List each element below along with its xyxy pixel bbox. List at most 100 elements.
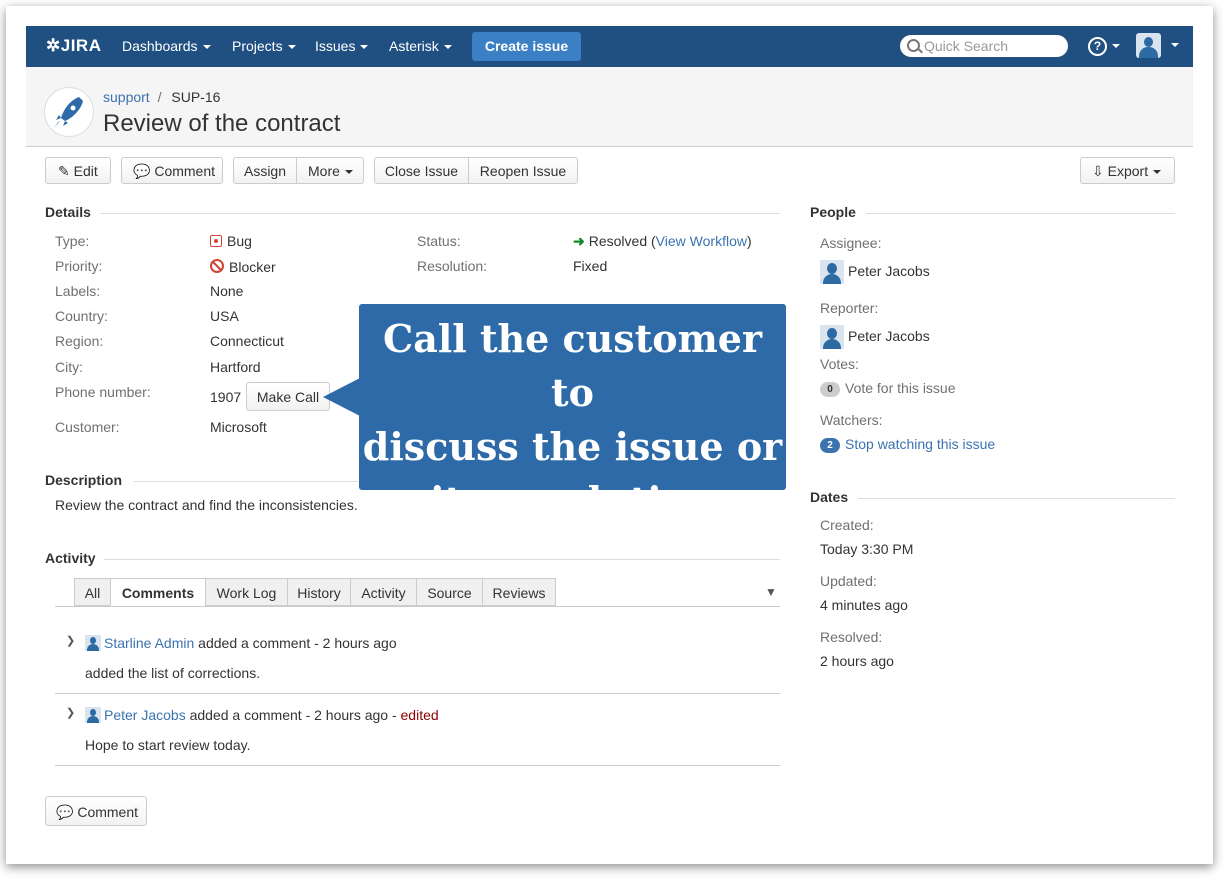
help-menu[interactable]: ? bbox=[1088, 35, 1120, 56]
votes-label: Votes: bbox=[820, 356, 859, 372]
resolution-label: Resolution: bbox=[417, 258, 488, 274]
assignee-label: Assignee: bbox=[820, 235, 882, 251]
country-label: Country: bbox=[55, 308, 108, 324]
comment-button[interactable]: 💬 Comment bbox=[121, 157, 223, 184]
type-label: Type: bbox=[55, 233, 90, 249]
bug-icon bbox=[210, 235, 222, 247]
stop-watching-link[interactable]: Stop watching this issue bbox=[845, 436, 995, 452]
chevron-down-icon bbox=[360, 45, 369, 50]
create-issue-button[interactable]: Create issue bbox=[472, 32, 581, 61]
assignee-name[interactable]: Peter Jacobs bbox=[848, 263, 930, 279]
speech-bubble-icon: 💬 bbox=[56, 804, 74, 820]
blocker-icon bbox=[210, 259, 224, 273]
edit-button[interactable]: ✎ Edit bbox=[45, 157, 111, 184]
tab-source[interactable]: Source bbox=[416, 578, 483, 606]
description-divider bbox=[134, 481, 358, 482]
nav-dashboards[interactable]: Dashboards bbox=[122, 38, 211, 54]
pencil-icon: ✎ bbox=[58, 163, 70, 179]
avatar-head bbox=[1144, 37, 1153, 47]
comment-author-link[interactable]: Starline Admin bbox=[104, 635, 194, 651]
comment-divider bbox=[55, 765, 780, 766]
comment-meta: added a comment - 2 hours ago - bbox=[189, 707, 397, 723]
priority-label: Priority: bbox=[55, 258, 103, 274]
collapse-toggle-icon[interactable]: ❯ bbox=[66, 706, 75, 719]
priority-value: Blocker bbox=[210, 258, 276, 275]
tab-reviews[interactable]: Reviews bbox=[482, 578, 556, 606]
nav-asterisk[interactable]: Asterisk bbox=[389, 38, 452, 54]
city-value: Hartford bbox=[210, 359, 261, 375]
updated-value: 4 minutes ago bbox=[820, 597, 908, 613]
reopen-issue-button[interactable]: Reopen Issue bbox=[468, 157, 578, 184]
issue-key[interactable]: SUP-16 bbox=[171, 89, 220, 105]
comment-author-link[interactable]: Peter Jacobs bbox=[104, 707, 186, 723]
chevron-down-icon bbox=[1153, 170, 1162, 175]
user-avatar[interactable] bbox=[1136, 33, 1161, 58]
description-heading: Description bbox=[45, 472, 123, 488]
resolved-label: Resolved: bbox=[820, 629, 883, 645]
tab-comments[interactable]: Comments bbox=[110, 578, 206, 606]
callout-pointer bbox=[323, 378, 360, 416]
comment-meta: added a comment - 2 hours ago bbox=[198, 635, 397, 651]
watchers-label: Watchers: bbox=[820, 412, 883, 428]
chevron-down-icon bbox=[1112, 43, 1120, 48]
make-call-button[interactable]: Make Call bbox=[246, 382, 330, 411]
callout-line-3: its resolution bbox=[430, 478, 715, 523]
nav-projects[interactable]: Projects bbox=[232, 38, 296, 54]
details-heading: Details bbox=[45, 204, 91, 220]
region-value: Connecticut bbox=[210, 333, 284, 349]
tab-activity[interactable]: Activity bbox=[350, 578, 417, 606]
add-comment-label: Comment bbox=[77, 804, 139, 820]
search-icon bbox=[907, 39, 920, 52]
nav-dashboards-label: Dashboards bbox=[122, 38, 198, 54]
assignee-avatar bbox=[820, 260, 844, 284]
labels-label: Labels: bbox=[55, 283, 101, 299]
view-workflow-link[interactable]: View Workflow bbox=[656, 233, 747, 249]
add-comment-button[interactable]: 💬 Comment bbox=[45, 796, 147, 826]
breadcrumb-project-link[interactable]: support bbox=[103, 89, 150, 105]
labels-value: None bbox=[210, 283, 244, 299]
more-button[interactable]: More bbox=[296, 157, 364, 184]
nav-asterisk-label: Asterisk bbox=[389, 38, 439, 54]
breadcrumb: support / SUP-16 bbox=[103, 89, 220, 105]
nav-issues[interactable]: Issues bbox=[315, 38, 369, 54]
type-text: Bug bbox=[227, 233, 252, 249]
dates-divider bbox=[858, 498, 1175, 499]
jira-logo-icon: ✲ bbox=[46, 36, 61, 55]
more-button-label: More bbox=[308, 163, 340, 179]
tab-history[interactable]: History bbox=[287, 578, 351, 606]
watchers-count-badge: 2 bbox=[820, 438, 840, 453]
phone-label: Phone number: bbox=[55, 384, 151, 400]
status-paren-close: ) bbox=[746, 233, 752, 249]
reporter-name[interactable]: Peter Jacobs bbox=[848, 328, 930, 344]
status-value: ➜ Resolved (View Workflow) bbox=[573, 233, 752, 250]
activity-divider bbox=[104, 559, 780, 560]
tab-work-log[interactable]: Work Log bbox=[205, 578, 288, 606]
comment-body: added the list of corrections. bbox=[85, 665, 261, 681]
chevron-down-icon[interactable] bbox=[1171, 43, 1179, 47]
created-label: Created: bbox=[820, 517, 874, 533]
sort-down-icon[interactable]: ▼ bbox=[765, 585, 777, 599]
resolved-icon: ➜ bbox=[573, 233, 585, 249]
chevron-down-icon bbox=[344, 170, 353, 175]
quick-search-input[interactable]: Quick Search bbox=[900, 35, 1068, 57]
status-label: Status: bbox=[417, 233, 461, 249]
export-icon: ⇩ bbox=[1092, 163, 1104, 179]
tab-all[interactable]: All bbox=[74, 578, 111, 606]
jira-logo[interactable]: ✲JIRA bbox=[46, 36, 101, 56]
assign-button[interactable]: Assign bbox=[233, 157, 297, 184]
vote-link[interactable]: Vote for this issue bbox=[845, 380, 956, 396]
export-button[interactable]: ⇩ Export bbox=[1080, 157, 1175, 184]
resolved-value: 2 hours ago bbox=[820, 653, 894, 669]
details-divider bbox=[100, 213, 780, 214]
collapse-toggle-icon[interactable]: ❯ bbox=[66, 634, 75, 647]
close-issue-button[interactable]: Close Issue bbox=[374, 157, 469, 184]
callout-line-1: Call the customer to bbox=[382, 316, 763, 415]
user-avatar-small bbox=[85, 635, 101, 651]
comment-header: Starline Admin added a comment - 2 hours… bbox=[104, 635, 397, 651]
issue-header: support / SUP-16 Review of the contract bbox=[26, 67, 1193, 147]
top-navbar: ✲JIRA Dashboards Projects Issues Asteris… bbox=[26, 26, 1193, 67]
customer-value: Microsoft bbox=[210, 419, 267, 435]
city-label: City: bbox=[55, 359, 83, 375]
project-avatar[interactable] bbox=[44, 87, 94, 137]
export-button-label: Export bbox=[1107, 163, 1149, 179]
